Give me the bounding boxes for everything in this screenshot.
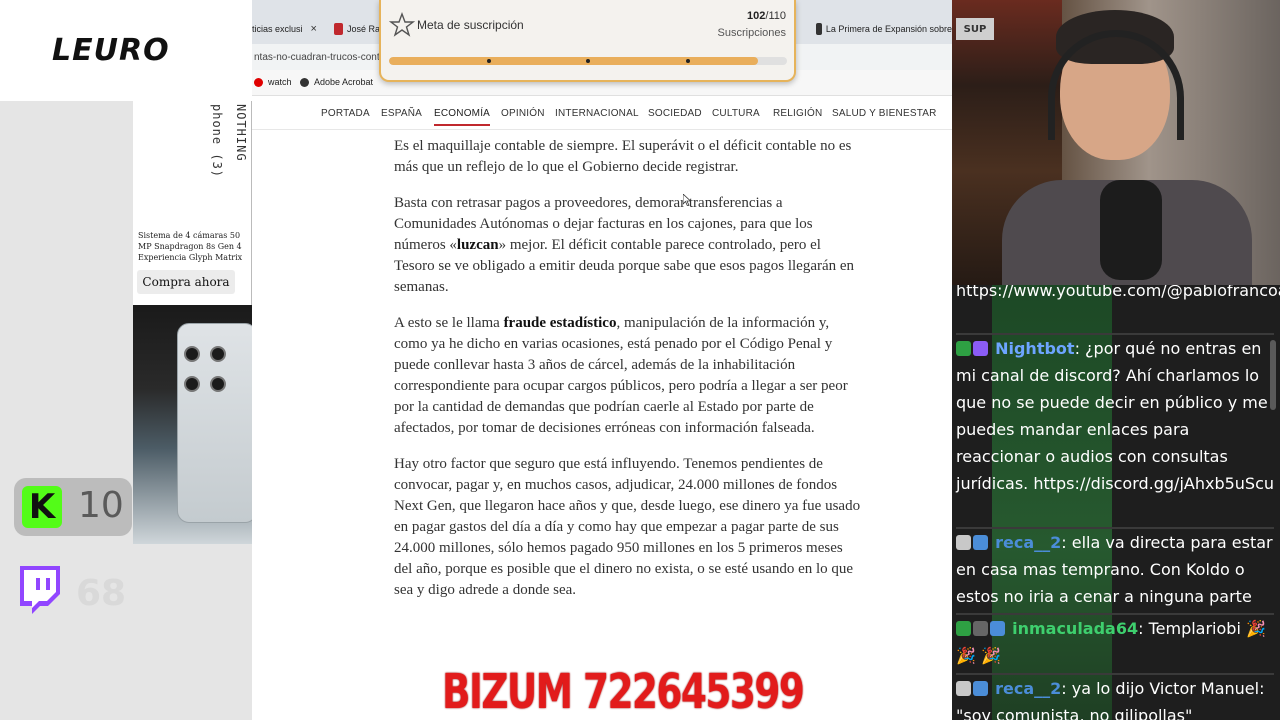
youtube-icon <box>254 77 263 87</box>
nav-opinion[interactable]: OPINIÓN <box>501 108 545 119</box>
nav-cultura[interactable]: CULTURA <box>712 108 760 119</box>
verified-badge-icon <box>956 341 971 356</box>
camera-lens-icon <box>184 346 200 362</box>
bold-text: luzcan <box>456 237 499 253</box>
bookmark-watch[interactable]: watch <box>254 77 292 87</box>
twitch-viewer-count: 68 <box>76 573 127 614</box>
webcam-feed: SUP <box>952 0 1280 285</box>
chat-scrollbar[interactable] <box>1270 340 1276 410</box>
moderator-badge-icon <box>973 341 988 356</box>
article-paragraph: Hay otro factor que seguro que está infl… <box>394 456 861 598</box>
kick-logo-icon: K <box>22 486 62 528</box>
goal-milestone-marker <box>685 59 690 63</box>
avatar-badge-icon <box>973 621 988 636</box>
webcam-sign: SUP <box>956 18 994 40</box>
chat-username[interactable]: reca__2 <box>995 533 1061 552</box>
goal-milestone-marker <box>586 59 590 63</box>
chat-message: Nightbot: ¿por qué no entras en mi canal… <box>956 333 1274 497</box>
verified-badge-icon <box>956 621 971 636</box>
goal-milestone-marker <box>486 59 491 63</box>
phone-image <box>177 323 252 523</box>
bold-text: fraude estadístico <box>503 315 617 331</box>
chat-username[interactable]: Nightbot <box>995 339 1074 358</box>
chat-message: reca__2: ella va directa para estar en c… <box>956 527 1274 610</box>
camera-lens-icon <box>210 376 226 392</box>
bookmark-label: watch <box>268 77 292 87</box>
subscription-goal-widget: Meta de suscripción 102/110 Suscripcione… <box>379 0 796 82</box>
user-badge-icon <box>956 681 971 696</box>
nav-economia[interactable]: ECONOMÍA <box>434 108 491 126</box>
chat-message: https://www.youtube.com/@pablofrancoabog… <box>956 285 1280 304</box>
acrobat-icon <box>300 77 309 87</box>
chat-panel: https://www.youtube.com/@pablofrancoabog… <box>952 285 1280 720</box>
goal-count: 102/110 <box>747 10 786 22</box>
ad-vertical-brand: phone (3) NOTHING <box>204 104 250 192</box>
goal-title: Meta de suscripción <box>417 18 524 32</box>
text-run: A esto se le llama <box>394 315 504 331</box>
nav-salud-y-bienestar[interactable]: SALUD Y BIENESTAR <box>832 108 937 119</box>
tab-label: ticias exclusi <box>252 24 303 34</box>
chat-message: inmaculada64: Templariobi 🎉 🎉 🎉 <box>956 613 1274 669</box>
article-paragraph: A esto se le llama fraude estadístico, m… <box>394 313 862 439</box>
nav-portada[interactable]: PORTADA <box>321 108 370 119</box>
stream-layout: LEURO phone (3) NOTHING Sistema de 4 cám… <box>0 0 1280 720</box>
chat-message: reca__2: ya lo dijo Victor Manuel: "soy … <box>956 673 1274 720</box>
chat-text: https://www.youtube.com/@pablofrancoabog… <box>956 285 1280 300</box>
camera-lens-icon <box>184 376 200 392</box>
browser-tab[interactable]: La Primera de Expansión sobre <box>816 17 952 41</box>
url-text[interactable]: ntas-no-cuadran-trucos-contab <box>254 52 391 63</box>
ad-phone-image[interactable] <box>133 305 252 544</box>
bizum-banner: BIZUM 722645399 <box>442 664 805 720</box>
site-favicon-icon <box>334 23 343 35</box>
ad-model-text: phone (3) <box>210 104 224 179</box>
goal-unit: Suscripciones <box>717 27 786 39</box>
tab-label: José Ra <box>346 24 380 34</box>
crown-badge-icon <box>973 535 988 550</box>
ad-buy-button[interactable]: Compra ahora <box>137 270 235 294</box>
ad-description: Sistema de 4 cámaras 50 MP Snapdragon 8s… <box>138 231 243 262</box>
crown-badge-icon <box>973 681 988 696</box>
tab-label: La Primera de Expansión sobre <box>825 24 952 34</box>
article-paragraph: Es el maquillaje contable de siempre. El… <box>394 138 852 175</box>
close-tab-icon[interactable]: × <box>311 23 317 35</box>
microphone <box>1100 180 1162 280</box>
crown-badge-icon <box>990 621 1005 636</box>
text-run: , manipulación de la información y, como… <box>394 315 848 436</box>
browser-tab[interactable]: José Ra <box>334 17 380 41</box>
goal-target: /110 <box>765 10 786 22</box>
nav-religion[interactable]: RELIGIÓN <box>773 108 822 119</box>
chat-text: : ¿por qué no entras en mi canal de disc… <box>956 339 1275 493</box>
article-body: Es el maquillaje contable de siempre. El… <box>394 136 862 616</box>
article-paragraph: Basta con retrasar pagos a proveedores, … <box>394 193 862 298</box>
expansion-favicon-icon <box>816 23 822 35</box>
logo-box: LEURO <box>0 0 252 101</box>
mouse-cursor-icon <box>683 194 691 206</box>
nav-espana[interactable]: ESPAÑA <box>381 108 422 119</box>
bookmark-adobe-acrobat[interactable]: Adobe Acrobat <box>300 77 373 87</box>
channel-logo: LEURO <box>52 33 170 68</box>
goal-current: 102 <box>747 10 766 22</box>
bookmark-label: Adobe Acrobat <box>314 77 374 87</box>
nav-sociedad[interactable]: SOCIEDAD <box>648 108 702 119</box>
ad-brand-text: NOTHING <box>234 104 248 162</box>
user-badge-icon <box>956 535 971 550</box>
chat-username[interactable]: inmaculada64 <box>1012 619 1138 638</box>
star-goal-icon <box>389 12 415 37</box>
ad-side-strip <box>136 375 144 535</box>
goal-progress-fill <box>389 57 758 65</box>
nav-internacional[interactable]: INTERNACIONAL <box>555 108 639 119</box>
kick-viewer-count: 10 <box>78 485 124 526</box>
twitch-logo-icon <box>20 566 60 614</box>
chat-username[interactable]: reca__2 <box>995 679 1061 698</box>
browser-tab[interactable]: ticias exclusi × <box>252 17 324 41</box>
camera-lens-icon <box>210 346 226 362</box>
